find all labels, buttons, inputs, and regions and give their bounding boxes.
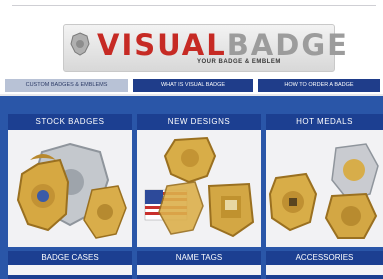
logo-word-badge: BADGE xyxy=(226,28,349,62)
new-designs-photo xyxy=(137,130,261,247)
tile-new-designs[interactable]: NEW DESIGNS xyxy=(137,114,261,247)
category-grid: STOCK BADGES NEW DESIGNS HOT MEDALS BADG… xyxy=(0,96,383,279)
tile-photo-strip xyxy=(8,265,132,275)
tile-title: BADGE CASES xyxy=(41,253,99,262)
nav-item-custom-badges[interactable]: CUSTOM BADGES & EMBLEMS xyxy=(5,79,128,92)
divider xyxy=(12,5,376,6)
tile-title: NAME TAGS xyxy=(175,253,223,262)
tile-title: ACCESSORIES xyxy=(295,253,354,262)
logo-word-visual: VISUAL xyxy=(97,28,227,62)
tile-photo-strip xyxy=(266,265,383,275)
logo-tagline: YOUR BADGE & EMBLEM xyxy=(197,59,281,65)
page: VISUALBADGE YOUR BADGE & EMBLEM CUSTOM B… xyxy=(0,0,383,279)
tile-badge-cases[interactable]: BADGE CASES xyxy=(8,251,132,279)
tile-title: NEW DESIGNS xyxy=(137,114,261,130)
badge-logo-icon xyxy=(70,32,90,56)
site-logo[interactable]: VISUALBADGE YOUR BADGE & EMBLEM xyxy=(63,24,347,72)
tile-accessories[interactable]: ACCESSORIES xyxy=(266,251,383,279)
nav-item-what-is[interactable]: WHAT IS VISUAL BADGE xyxy=(133,79,253,92)
header: VISUALBADGE YOUR BADGE & EMBLEM xyxy=(0,0,383,78)
hot-medals-photo xyxy=(266,130,383,247)
tile-hot-medals[interactable]: HOT MEDALS xyxy=(266,114,383,247)
tile-title: HOT MEDALS xyxy=(266,114,383,130)
tile-photo-strip xyxy=(137,265,261,275)
logo-wordmark: VISUALBADGE xyxy=(97,29,349,61)
stock-badges-photo xyxy=(8,130,132,247)
top-nav: CUSTOM BADGES & EMBLEMS WHAT IS VISUAL B… xyxy=(0,78,383,94)
tile-name-tags[interactable]: NAME TAGS xyxy=(137,251,261,279)
nav-item-how-to-order[interactable]: HOW TO ORDER A BADGE xyxy=(258,79,380,92)
tile-stock-badges[interactable]: STOCK BADGES xyxy=(8,114,132,247)
tile-title: STOCK BADGES xyxy=(8,114,132,130)
